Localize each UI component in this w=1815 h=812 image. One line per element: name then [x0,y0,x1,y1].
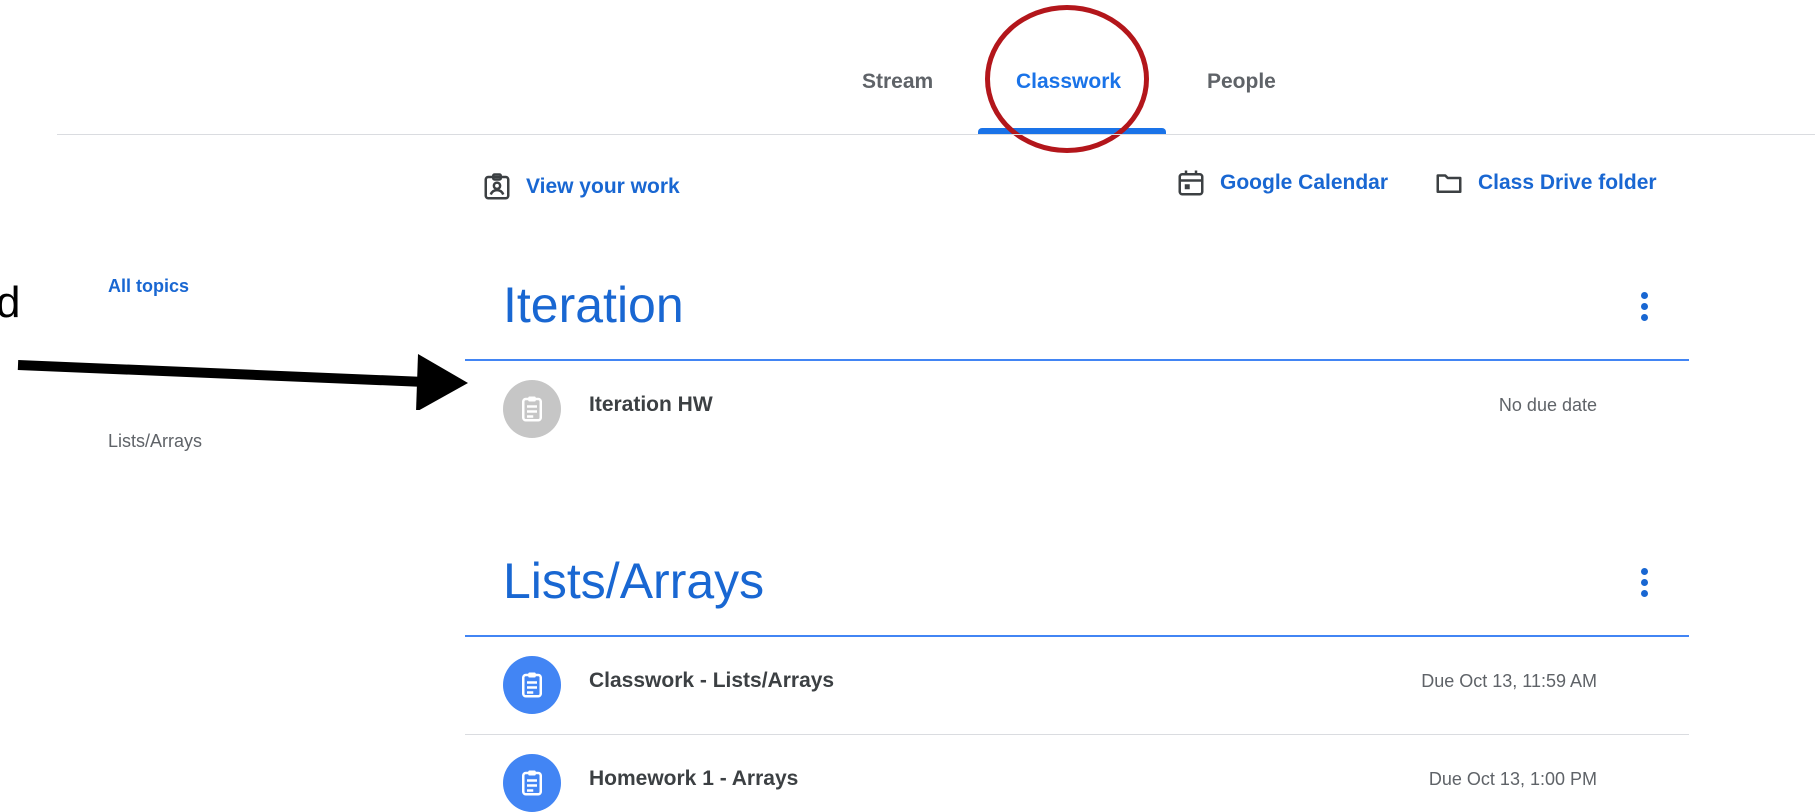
list-item[interactable]: Iteration HW No due date [465,362,1689,452]
assignment-title: Iteration HW [589,393,713,416]
list-item[interactable]: Classwork - Lists/Arrays Due Oct 13, 11:… [465,638,1689,728]
topic-title-iteration: Iteration [503,277,684,333]
topic-divider [465,359,1689,361]
assignment-ind-icon [484,173,510,200]
tab-people[interactable]: People [1207,70,1276,94]
annotation-circle [985,5,1149,153]
class-drive-folder-link[interactable]: Class Drive folder [1434,168,1657,198]
annotation-arrow-icon [17,354,468,410]
google-calendar-label: Google Calendar [1220,171,1389,194]
item-divider [465,734,1689,735]
list-item[interactable]: Homework 1 - Arrays Due Oct 13, 1:00 PM [465,736,1689,812]
assignment-due-date: Due Oct 13, 1:00 PM [1428,769,1597,789]
folder-icon [1436,174,1462,193]
topic-title-lists-arrays: Lists/Arrays [503,553,765,609]
assignment-title: Homework 1 - Arrays [589,767,799,790]
annotation-edge-text: d [0,278,21,327]
assignment-icon [503,754,561,812]
tabs-divider [57,134,1815,135]
assignment-icon [503,380,561,438]
view-your-work-link[interactable]: View your work [482,172,680,202]
topic-divider [465,635,1689,637]
class-drive-folder-label: Class Drive folder [1478,171,1657,194]
google-calendar-link[interactable]: Google Calendar [1176,168,1388,198]
assignment-due-date: Due Oct 13, 11:59 AM [1421,671,1597,691]
view-your-work-label: View your work [526,175,680,198]
classroom-page: Stream Classwork People View your work G… [0,0,1815,812]
assignment-title: Classwork - Lists/Arrays [589,669,835,692]
calendar-icon [1178,170,1204,196]
assignment-due-date: No due date [1498,395,1597,415]
top-tab-bar: Stream Classwork People [0,0,1815,153]
assignment-icon [503,656,561,714]
sidebar-item-all-topics[interactable]: All topics [108,276,189,297]
tab-stream[interactable]: Stream [862,70,933,94]
sidebar-item-lists-arrays[interactable]: Lists/Arrays [108,431,202,452]
topic-more-options-icon[interactable] [1632,286,1656,326]
topic-more-options-icon[interactable] [1632,562,1656,602]
